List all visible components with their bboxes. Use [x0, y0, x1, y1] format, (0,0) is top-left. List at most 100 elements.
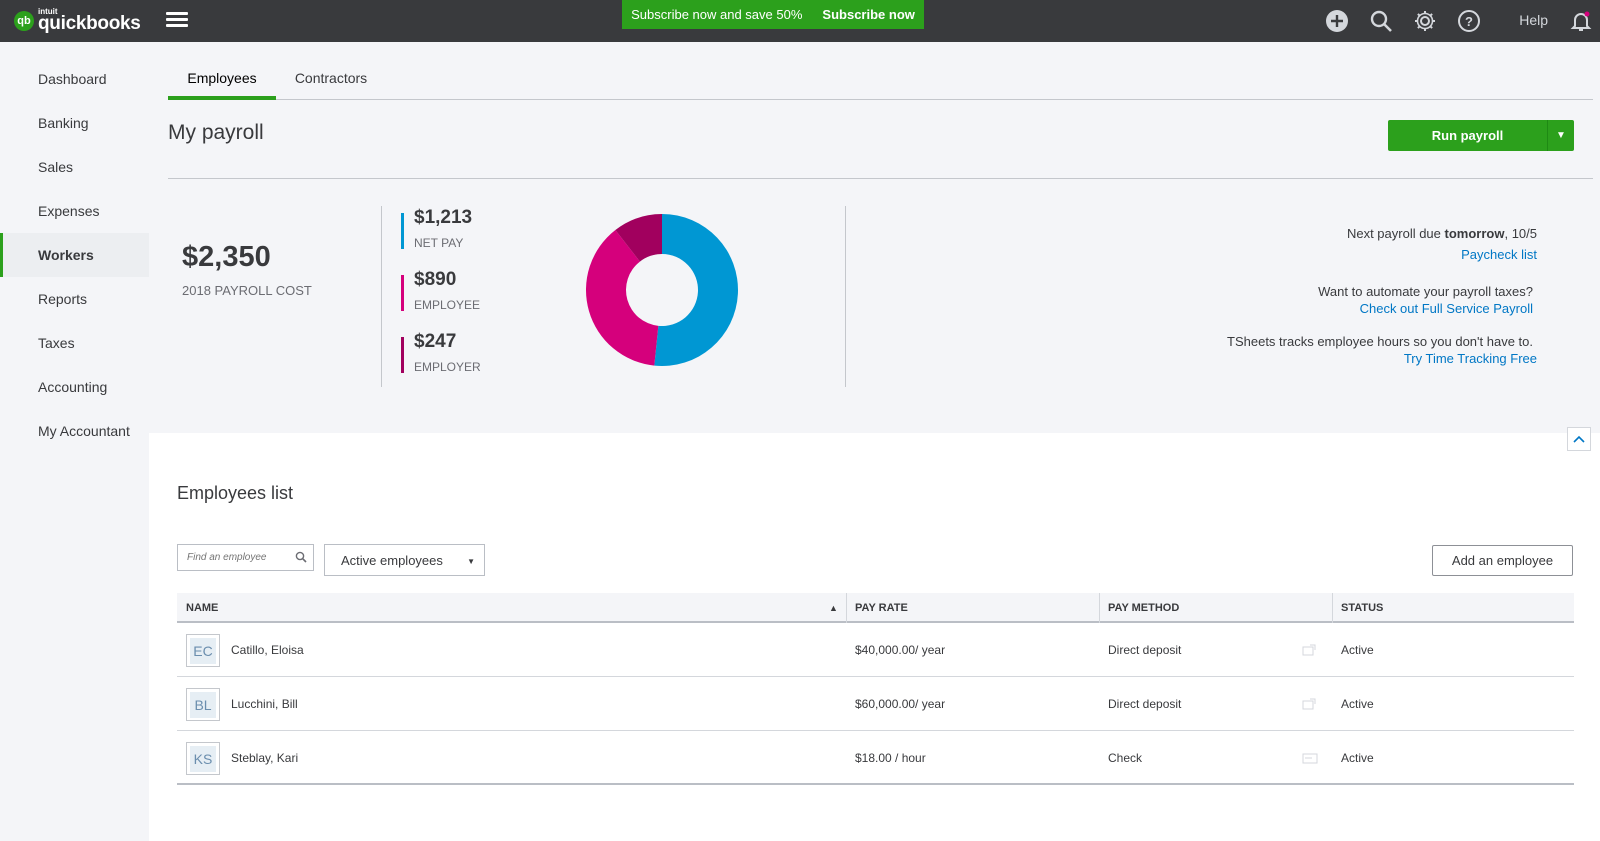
employee-color-bar — [401, 275, 404, 311]
tab-bar: Employees Contractors — [168, 58, 1593, 100]
table-row[interactable]: KS Steblay, Kari $18.00 / hour Check Act… — [177, 731, 1574, 785]
paycheck-list-link[interactable]: Paycheck list — [1461, 247, 1537, 262]
employees-list-title: Employees list — [177, 483, 294, 503]
donut-slice-net-pay — [654, 214, 738, 366]
page-title: My payroll — [168, 121, 264, 144]
next-payroll-when: tomorrow — [1444, 226, 1505, 241]
chevron-down-icon: ▼ — [467, 557, 475, 566]
subscribe-now-link[interactable]: Subscribe now — [822, 7, 914, 22]
sidebar-item-reports[interactable]: Reports — [0, 277, 149, 321]
main-content: Employees Contractors My payroll Run pay… — [149, 42, 1600, 841]
summary-separator — [381, 206, 382, 387]
bell-icon[interactable] — [1568, 8, 1594, 34]
avatar-initials: KS — [190, 745, 216, 772]
run-payroll-button[interactable]: Run payroll ▼ — [1388, 120, 1574, 151]
hamburger-menu-icon[interactable] — [166, 12, 188, 30]
employee-pay-rate: $18.00 / hour — [855, 751, 926, 765]
payroll-donut-chart — [586, 214, 738, 366]
net-pay-label: NET PAY — [414, 236, 464, 250]
net-pay-color-bar — [401, 213, 404, 249]
column-header-pay-rate[interactable]: PAY RATE — [846, 593, 908, 623]
help-icon[interactable]: ? — [1456, 8, 1482, 34]
next-payroll-info: Next payroll due tomorrow, 10/5 — [1347, 226, 1537, 241]
logo-name-text: quickbooks — [38, 13, 141, 34]
search-icon[interactable] — [1368, 8, 1394, 34]
chevron-up-icon — [1573, 435, 1585, 443]
tsheets-text: TSheets tracks employee hours so you don… — [1227, 334, 1533, 349]
employee-pay-rate: $60,000.00/ year — [855, 697, 946, 711]
check-icon[interactable] — [1302, 752, 1318, 764]
next-payroll-prefix: Next payroll due — [1346, 226, 1445, 241]
avatar-initials: BL — [190, 691, 216, 718]
employer-color-bar — [401, 337, 404, 373]
help-label[interactable]: Help — [1519, 12, 1548, 28]
automate-text: Want to automate your payroll taxes? — [1318, 284, 1533, 299]
add-employee-button[interactable]: Add an employee — [1432, 545, 1573, 576]
employee-name[interactable]: Steblay, Kari — [231, 731, 298, 785]
employee-pay-method: Direct deposit — [1108, 697, 1182, 711]
run-payroll-label[interactable]: Run payroll — [1388, 120, 1547, 151]
plus-icon[interactable] — [1324, 8, 1350, 34]
promo-text: Subscribe now and save 50% — [631, 7, 803, 22]
table-row[interactable]: EC Catillo, Eloisa $40,000.00/ year Dire… — [177, 623, 1574, 677]
column-header-pay-method[interactable]: PAY METHOD — [1099, 593, 1179, 623]
sidebar-item-workers[interactable]: Workers — [0, 233, 149, 277]
sidebar-item-sales[interactable]: Sales — [0, 145, 149, 189]
sidebar: Dashboard Banking Sales Expenses Workers… — [0, 42, 149, 841]
gear-icon[interactable] — [1412, 8, 1438, 34]
column-header-status[interactable]: STATUS — [1332, 593, 1383, 623]
paystub-icon[interactable] — [1302, 698, 1316, 710]
employee-pay-rate: $40,000.00/ year — [855, 643, 946, 657]
employer-label: EMPLOYER — [414, 360, 481, 374]
sidebar-item-dashboard[interactable]: Dashboard — [0, 57, 149, 101]
employee-status: Active — [1341, 643, 1374, 657]
sidebar-item-taxes[interactable]: Taxes — [0, 321, 149, 365]
total-payroll-cost-label: 2018 PAYROLL COST — [182, 283, 312, 298]
time-tracking-link[interactable]: Try Time Tracking Free — [1404, 351, 1537, 366]
employees-list-panel: Employees list Active employees ▼ Add an… — [149, 427, 1600, 841]
total-payroll-cost: $2,350 — [182, 241, 271, 273]
employees-table: NAME ▲ PAY RATE PAY METHOD STATUS EC Cat… — [177, 593, 1574, 785]
net-pay-amount: $1,213 — [414, 207, 473, 228]
collapse-summary-button[interactable] — [1567, 427, 1591, 451]
tab-employees[interactable]: Employees — [168, 58, 276, 100]
find-employee-search[interactable] — [177, 544, 314, 571]
full-service-payroll-link[interactable]: Check out Full Service Payroll — [1360, 301, 1533, 316]
employee-amount: $890 — [414, 269, 457, 290]
paystub-icon[interactable] — [1302, 644, 1316, 656]
payroll-summary: $2,350 2018 PAYROLL COST $1,213 NET PAY … — [149, 179, 1600, 433]
sidebar-item-banking[interactable]: Banking — [0, 101, 149, 145]
employee-status: Active — [1341, 697, 1374, 711]
avatar: EC — [186, 634, 220, 667]
sidebar-item-accounting[interactable]: Accounting — [0, 365, 149, 409]
summary-separator-right — [845, 206, 846, 387]
next-payroll-date: , 10/5 — [1504, 226, 1537, 241]
employee-pay-method: Check — [1108, 751, 1143, 765]
top-bar: qb intuit quickbooks Subscribe now and s… — [0, 0, 1600, 42]
employee-name[interactable]: Catillo, Eloisa — [231, 623, 304, 677]
sidebar-item-expenses[interactable]: Expenses — [0, 189, 149, 233]
quickbooks-logo[interactable]: qb intuit quickbooks — [14, 8, 141, 33]
promo-banner: Subscribe now and save 50% Subscribe now — [622, 0, 924, 29]
employee-pay-method: Direct deposit — [1108, 643, 1182, 657]
avatar: BL — [186, 688, 220, 721]
employee-status: Active — [1341, 751, 1374, 765]
employer-amount: $247 — [414, 331, 457, 352]
employee-name[interactable]: Lucchini, Bill — [231, 677, 298, 731]
find-employee-input[interactable] — [178, 545, 288, 570]
employee-label: EMPLOYEE — [414, 298, 481, 312]
tab-contractors[interactable]: Contractors — [292, 58, 370, 100]
search-icon[interactable] — [295, 551, 307, 563]
column-header-name[interactable]: NAME — [177, 593, 218, 623]
sort-ascending-icon[interactable]: ▲ — [829, 603, 838, 613]
employee-status-filter[interactable]: Active employees ▼ — [324, 544, 485, 576]
avatar-initials: EC — [190, 637, 216, 664]
avatar: KS — [186, 742, 220, 775]
table-header: NAME ▲ PAY RATE PAY METHOD STATUS — [177, 593, 1574, 623]
employee-status-filter-value: Active employees — [341, 552, 443, 568]
svg-text:?: ? — [1465, 14, 1473, 29]
table-row[interactable]: BL Lucchini, Bill $60,000.00/ year Direc… — [177, 677, 1574, 731]
sidebar-item-my-accountant[interactable]: My Accountant — [0, 409, 149, 453]
qb-logo-mark: qb — [14, 10, 34, 31]
run-payroll-dropdown-icon[interactable]: ▼ — [1547, 120, 1574, 151]
